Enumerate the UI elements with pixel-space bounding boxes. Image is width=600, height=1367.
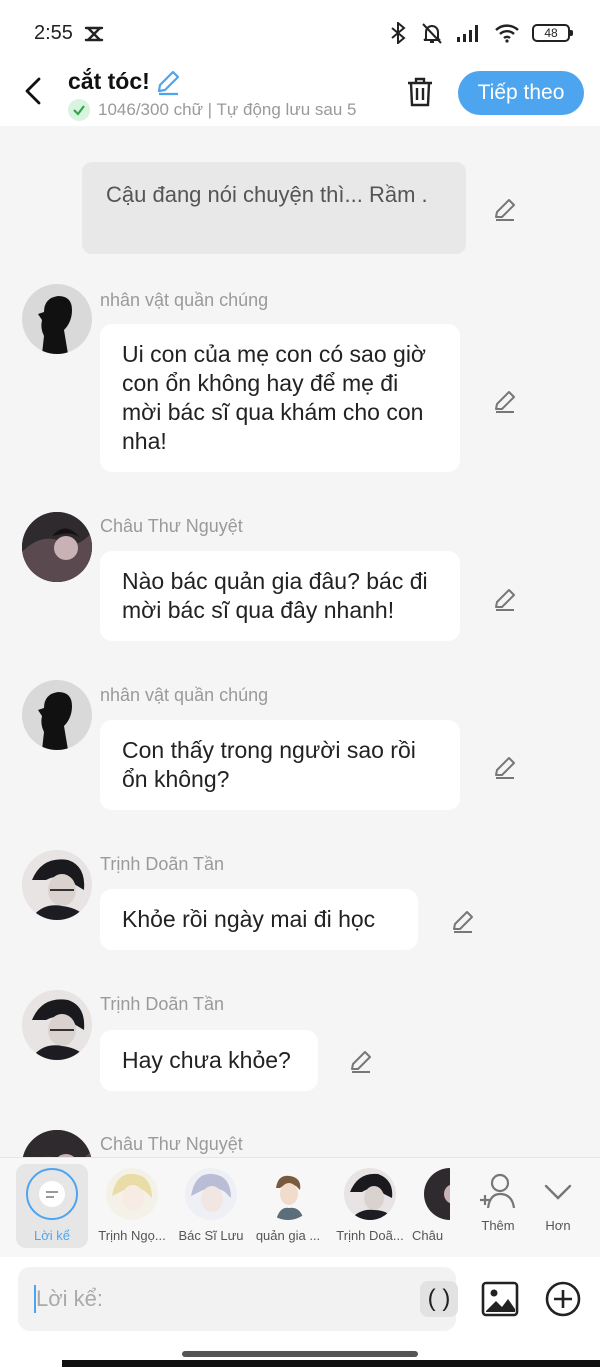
avatar [262, 1168, 314, 1220]
edit-icon[interactable] [492, 388, 518, 414]
narration-label: Lời kể [34, 1228, 70, 1243]
header: cắt tóc! 1046/300 chữ | Tự động lưu sau … [0, 64, 600, 126]
more-label: Hơn [545, 1218, 571, 1233]
status-icons: 48 [388, 22, 573, 44]
avatar [424, 1168, 450, 1220]
avatar[interactable] [22, 680, 92, 750]
edit-icon[interactable] [492, 586, 518, 612]
avatar[interactable] [22, 284, 92, 354]
chevron-down-icon [544, 1184, 572, 1200]
image-icon[interactable] [480, 1279, 520, 1319]
speaker-name: Trịnh Doãn Tần [100, 854, 225, 874]
character-name: Trịnh Ngọ... [98, 1228, 166, 1243]
narration-bubble[interactable]: Cậu đang nói chuyện thì... Rầm . [82, 162, 466, 254]
character-name: Bác Sĩ Lưu [178, 1228, 244, 1243]
character-item[interactable]: Trịnh Ngọ... [92, 1164, 172, 1248]
next-button[interactable]: Tiếp theo [458, 71, 584, 115]
character-item[interactable]: Trịnh Doã... [330, 1164, 410, 1248]
avatar [344, 1168, 396, 1220]
narration-icon [26, 1168, 78, 1220]
avatar [185, 1168, 237, 1220]
mute-icon [422, 23, 442, 44]
save-status: 1046/300 chữ | Tự động lưu sau 5 [68, 98, 380, 122]
message-bubble[interactable]: Hay chưa khỏe? [100, 1030, 318, 1091]
avatar [106, 1168, 158, 1220]
back-button[interactable] [18, 74, 50, 108]
bluetooth-icon [391, 22, 406, 44]
message-bubble[interactable]: Ui con của mẹ con có sao giờ con ổn khôn… [100, 324, 460, 472]
message-input[interactable] [36, 1267, 396, 1331]
avatar[interactable] [22, 990, 92, 1060]
message-input-box[interactable]: ( ) [18, 1267, 458, 1331]
character-name: quản gia ... [255, 1228, 321, 1243]
add-person-icon [480, 1173, 516, 1209]
avatar[interactable] [22, 512, 92, 582]
page-title: cắt tóc! [68, 68, 150, 94]
message-bubble[interactable]: Nào bác quản gia đâu? bác đi mời bác sĩ … [100, 551, 460, 641]
speaker-name: Châu Thư Nguyệt [100, 516, 243, 536]
check-icon [68, 99, 90, 121]
edit-icon[interactable] [492, 196, 518, 222]
title-edit-icon[interactable] [154, 68, 182, 96]
trash-icon[interactable] [404, 76, 436, 108]
wifi-icon [495, 24, 519, 43]
message-bubble[interactable]: Khỏe rồi ngày mai đi học [100, 889, 418, 950]
edit-icon[interactable] [450, 908, 476, 934]
signal-icon [457, 25, 478, 42]
capcut-icon [84, 26, 104, 42]
avatar[interactable] [22, 850, 92, 920]
home-indicator [182, 1351, 418, 1357]
battery-icon: 48 [532, 24, 573, 42]
composer: ( ) [0, 1257, 600, 1367]
save-status-text: 1046/300 chữ | Tự động lưu sau 5 [98, 100, 357, 119]
avatar[interactable] [22, 1130, 92, 1157]
speaker-name: Trịnh Doãn Tần [100, 994, 225, 1014]
character-item[interactable]: quản gia ... [248, 1164, 328, 1248]
character-item[interactable]: Châu [410, 1164, 450, 1248]
character-bar: Lời kể Trịnh Ngọ... Bác Sĩ Lưu quản gia … [0, 1157, 600, 1257]
status-time: 2:55 [34, 22, 73, 44]
speaker-name: nhân vật quần chúng [100, 290, 269, 310]
bottom-strip [62, 1360, 600, 1367]
parenthesis-button[interactable]: ( ) [420, 1281, 458, 1317]
narration-selector[interactable]: Lời kể [16, 1164, 88, 1248]
speaker-name: Châu Thư Nguyệt [100, 1134, 243, 1154]
character-name: Châu [412, 1228, 444, 1243]
character-name: Trịnh Doã... [336, 1228, 404, 1243]
character-item[interactable]: Bác Sĩ Lưu [171, 1164, 251, 1248]
more-button[interactable]: Hơn [518, 1164, 598, 1248]
status-bar: 2:55 48 [0, 0, 600, 64]
edit-icon[interactable] [492, 754, 518, 780]
speaker-name: nhân vật quần chúng [100, 685, 269, 705]
chat-area[interactable]: Cậu đang nói chuyện thì... Rầm . nhân vậ… [0, 126, 600, 1157]
add-icon[interactable] [543, 1279, 583, 1319]
message-bubble[interactable]: Con thấy trong người sao rồi ổn không? [100, 720, 460, 810]
edit-icon[interactable] [348, 1048, 374, 1074]
